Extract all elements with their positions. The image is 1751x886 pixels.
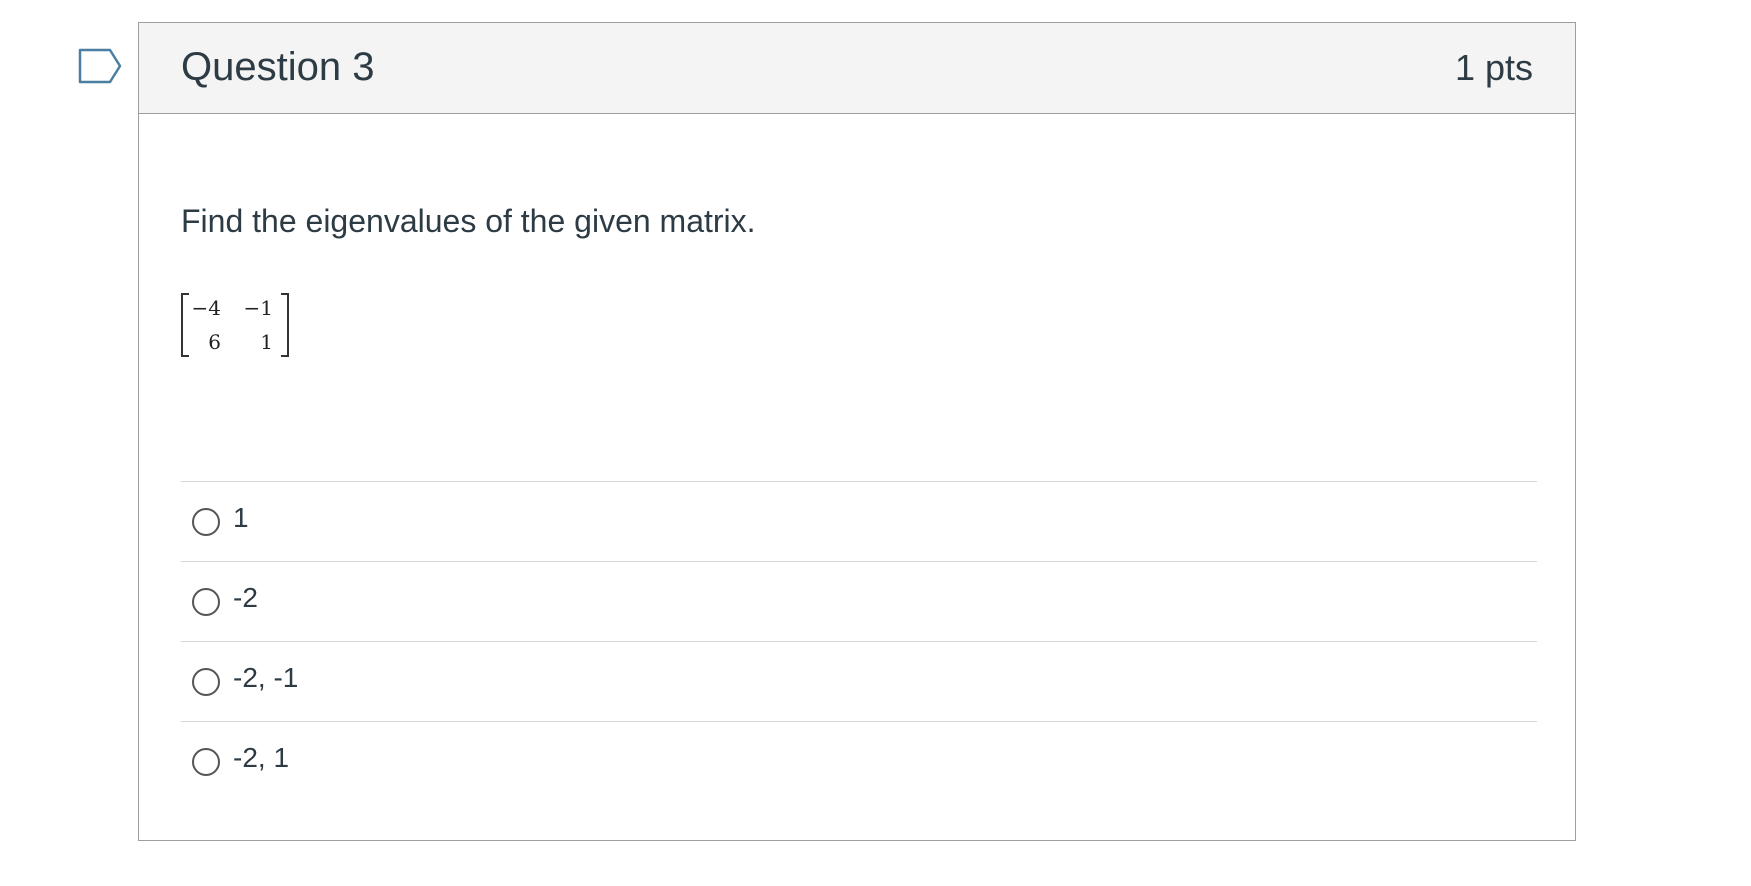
matrix-cell-r1c2: −1 — [243, 296, 273, 320]
answer-radio[interactable] — [192, 508, 220, 536]
answer-label[interactable]: -2, 1 — [233, 740, 289, 776]
matrix-right-bracket — [281, 293, 289, 357]
matrix-cell-r2c1: 6 — [208, 330, 221, 354]
question-header: Question 3 1 pts — [139, 23, 1575, 114]
answer-option[interactable]: 1 — [181, 481, 1537, 561]
answer-radio[interactable] — [192, 588, 220, 616]
answer-radio[interactable] — [192, 668, 220, 696]
answer-option[interactable]: -2, -1 — [181, 641, 1537, 721]
answer-label[interactable]: -2 — [233, 580, 258, 616]
answer-option[interactable]: -2 — [181, 561, 1537, 641]
matrix-cell-r2c2: 1 — [260, 330, 273, 354]
question-card: Question 3 1 pts Find the eigenvalues of… — [138, 22, 1576, 841]
matrix-cell-r1c1: −4 — [191, 296, 221, 320]
answer-radio[interactable] — [192, 748, 220, 776]
answer-option[interactable]: -2, 1 — [181, 721, 1537, 801]
matrix-left-bracket — [181, 293, 189, 357]
answer-label[interactable]: 1 — [233, 500, 249, 536]
matrix-image: −4 −1 6 1 — [181, 291, 289, 363]
question-prompt: Find the eigenvalues of the given matrix… — [181, 203, 756, 239]
question-points: 1 pts — [1454, 47, 1533, 88]
answer-list: 1 -2 -2, -1 -2, 1 — [181, 481, 1537, 801]
flag-question-icon[interactable] — [78, 46, 122, 86]
question-title: Question 3 — [181, 45, 375, 89]
answer-label[interactable]: -2, -1 — [233, 660, 298, 696]
